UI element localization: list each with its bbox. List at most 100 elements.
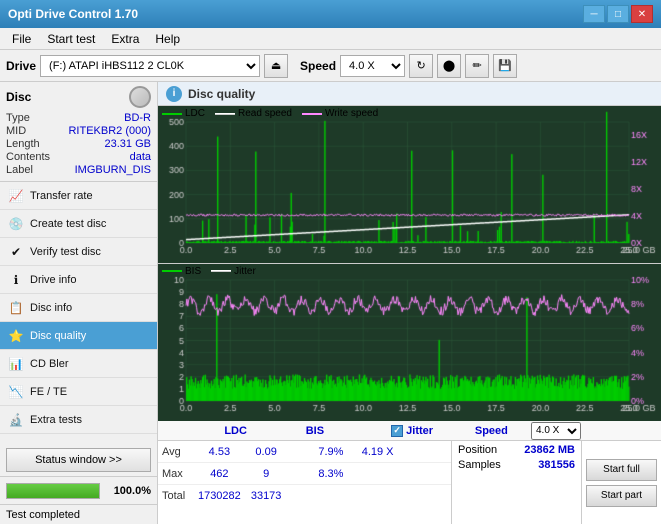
- menu-help[interactable]: Help: [147, 30, 188, 48]
- menu-start-test[interactable]: Start test: [39, 30, 103, 48]
- cd-bler-label: CD Bler: [30, 358, 69, 370]
- disc-contents-key: Contents: [6, 151, 50, 163]
- sidebar-item-create-test-disc[interactable]: 💿 Create test disc: [0, 210, 157, 238]
- disc-contents-val: data: [130, 151, 151, 163]
- cd-bler-icon: 📊: [8, 356, 24, 372]
- stats-max-row: Max 462 9 8.3%: [158, 463, 451, 485]
- save-button[interactable]: 💾: [493, 54, 517, 78]
- stats-col-bis: BIS: [275, 425, 354, 437]
- disc-mid-key: MID: [6, 125, 26, 137]
- legend-read-speed: Read speed: [215, 108, 292, 119]
- create-test-disc-label: Create test disc: [30, 218, 106, 230]
- speed-select[interactable]: 4.0 X: [340, 55, 405, 77]
- disc-quality-icon: ⭐: [8, 328, 24, 344]
- stats-col-ldc: LDC: [196, 425, 275, 437]
- refresh-button[interactable]: ↻: [409, 54, 433, 78]
- stats-total-label: Total: [158, 490, 196, 502]
- close-button[interactable]: ✕: [631, 5, 653, 23]
- samples-key: Samples: [458, 459, 501, 471]
- start-full-button[interactable]: Start full: [586, 459, 657, 481]
- stats-total-row: Total 1730282 33173: [158, 485, 451, 507]
- disc-info-icon: 📋: [8, 300, 24, 316]
- disc-contents-row: Contents data: [6, 151, 151, 163]
- stats-avg-row: Avg 4.53 0.09 7.9% 4.19 X: [158, 441, 451, 463]
- stats-col-speed: Speed: [452, 425, 531, 437]
- action-buttons: Start full Start part: [581, 441, 661, 524]
- disc-type-key: Type: [6, 112, 30, 124]
- legend-write-speed: Write speed: [302, 108, 378, 119]
- drive-select[interactable]: (F:) ATAPI iHBS112 2 CL0K: [40, 55, 260, 77]
- write-button[interactable]: ✏: [465, 54, 489, 78]
- ldc-color-dot: [162, 113, 182, 115]
- legend-jitter: Jitter: [211, 266, 256, 277]
- menu-extra[interactable]: Extra: [103, 30, 147, 48]
- maximize-button[interactable]: □: [607, 5, 629, 23]
- legend-bis: BIS: [162, 266, 201, 277]
- position-row: Position 23862 MB: [458, 444, 575, 456]
- speed-dropdown[interactable]: 4.0 X: [531, 422, 581, 440]
- stats-total-bis: 33173: [243, 490, 290, 502]
- bis-chart: [158, 264, 661, 421]
- ldc-chart: [158, 106, 661, 263]
- app-title: Opti Drive Control 1.70: [8, 7, 583, 21]
- disc-info-label: Disc info: [30, 302, 72, 314]
- sidebar-item-extra-tests[interactable]: 🔬 Extra tests: [0, 406, 157, 434]
- menu-file[interactable]: File: [4, 30, 39, 48]
- stats-area: LDC BIS ✓ Jitter Speed 4.0 X: [158, 420, 661, 524]
- write-speed-color-dot: [302, 113, 322, 115]
- stats-table: Avg 4.53 0.09 7.9% 4.19 X Max 462 9: [158, 441, 451, 524]
- progress-bar-outer: [6, 483, 100, 499]
- content-area: i Disc quality LDC Read speed: [158, 82, 661, 524]
- speed-label: Speed: [300, 59, 336, 73]
- start-part-button[interactable]: Start part: [586, 485, 657, 507]
- stats-avg-speed: 4.19 X: [354, 446, 401, 458]
- disc-button[interactable]: ⬤: [437, 54, 461, 78]
- main-area: Disc Type BD-R MID RITEKBR2 (000) Length…: [0, 82, 661, 524]
- sidebar-item-cd-bler[interactable]: 📊 CD Bler: [0, 350, 157, 378]
- sidebar-item-drive-info[interactable]: ℹ Drive info: [0, 266, 157, 294]
- disc-length-row: Length 23.31 GB: [6, 138, 151, 150]
- sidebar-item-disc-info[interactable]: 📋 Disc info: [0, 294, 157, 322]
- disc-quality-title: Disc quality: [188, 87, 255, 101]
- sidebar-item-fe-te[interactable]: 📉 FE / TE: [0, 378, 157, 406]
- stats-total-ldc: 1730282: [196, 490, 243, 502]
- disc-type-row: Type BD-R: [6, 112, 151, 124]
- jitter-checkbox[interactable]: ✓: [391, 425, 403, 437]
- stats-max-jitter: 8.3%: [308, 468, 355, 480]
- transfer-rate-label: Transfer rate: [30, 190, 93, 202]
- status-window-button[interactable]: Status window >>: [6, 448, 151, 472]
- stats-max-ldc: 462: [196, 468, 243, 480]
- fe-te-icon: 📉: [8, 384, 24, 400]
- sidebar: Disc Type BD-R MID RITEKBR2 (000) Length…: [0, 82, 158, 524]
- verify-test-disc-label: Verify test disc: [30, 246, 101, 258]
- disc-label-row: Label IMGBURN_DIS: [6, 164, 151, 176]
- sidebar-item-disc-quality[interactable]: ⭐ Disc quality: [0, 322, 157, 350]
- disc-mid-row: MID RITEKBR2 (000): [6, 125, 151, 137]
- minimize-button[interactable]: ─: [583, 5, 605, 23]
- transfer-rate-icon: 📈: [8, 188, 24, 204]
- bis-color-dot: [162, 270, 182, 272]
- disc-quality-label: Disc quality: [30, 330, 86, 342]
- jitter-color-dot: [211, 270, 231, 272]
- status-text: Test completed: [6, 509, 80, 521]
- legend-ldc: LDC: [162, 108, 205, 119]
- stats-header-row: LDC BIS ✓ Jitter Speed 4.0 X: [158, 421, 661, 441]
- disc-panel-label: Disc: [6, 90, 31, 104]
- drive-label: Drive: [6, 59, 36, 73]
- sidebar-status: Test completed: [0, 504, 157, 524]
- jitter-checkbox-group: ✓ Jitter: [373, 425, 452, 437]
- stats-max-label: Max: [158, 468, 196, 480]
- legend-jitter-label: Jitter: [234, 266, 256, 277]
- sidebar-item-verify-test-disc[interactable]: ✔ Verify test disc: [0, 238, 157, 266]
- verify-test-disc-icon: ✔: [8, 244, 24, 260]
- drive-info-icon: ℹ: [8, 272, 24, 288]
- sidebar-item-transfer-rate[interactable]: 📈 Transfer rate: [0, 182, 157, 210]
- stats-col-speed-val: 4.0 X: [531, 422, 581, 440]
- legend-write-speed-label: Write speed: [325, 108, 378, 119]
- disc-type-val: BD-R: [124, 112, 151, 124]
- stats-avg-label: Avg: [158, 446, 196, 458]
- jitter-label: Jitter: [406, 425, 433, 437]
- eject-button[interactable]: ⏏: [264, 54, 288, 78]
- toolbar: Drive (F:) ATAPI iHBS112 2 CL0K ⏏ Speed …: [0, 50, 661, 82]
- disc-panel: Disc Type BD-R MID RITEKBR2 (000) Length…: [0, 82, 157, 182]
